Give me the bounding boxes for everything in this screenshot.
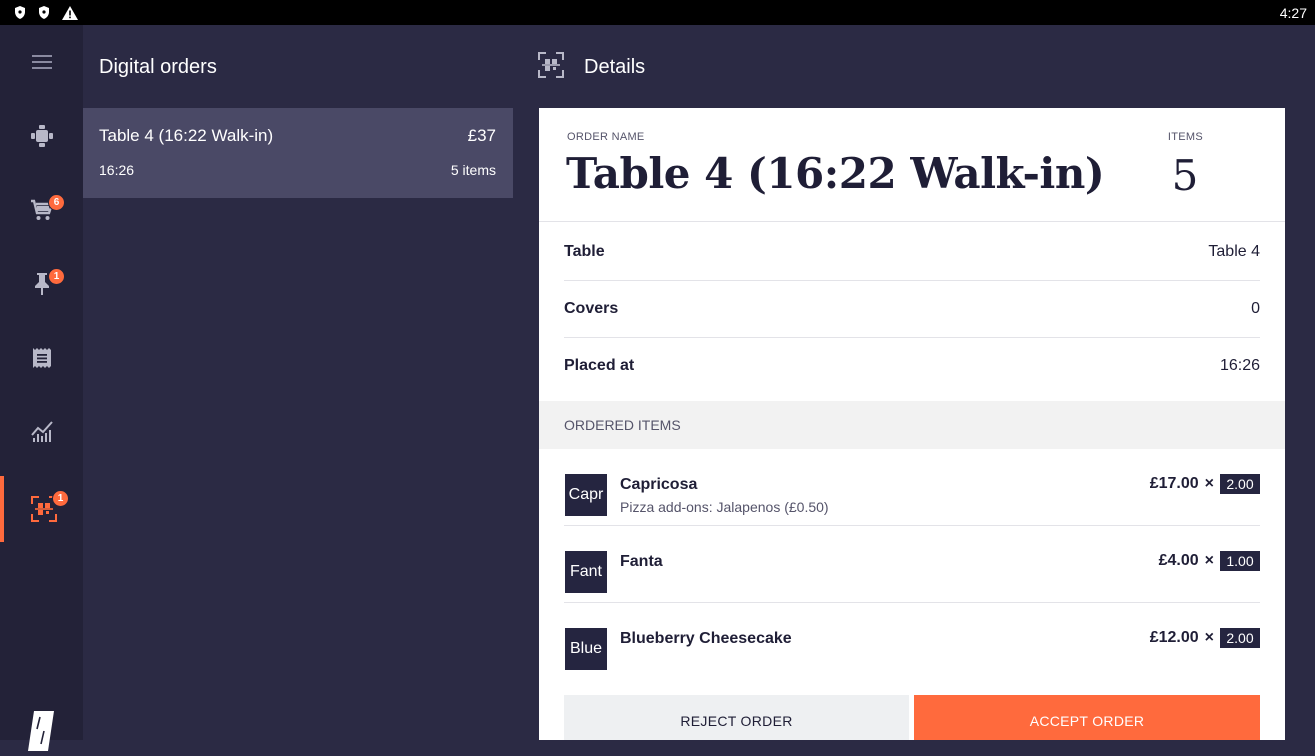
nav-digital-orders[interactable]: 1 [0,476,83,542]
cart-badge: 6 [48,194,65,211]
order-card-name: Table 4 (16:22 Walk-in) [99,126,274,145]
item-quantity: 1.00 [1220,551,1260,571]
info-row-placed-at: Placed at 16:26 [564,337,1260,394]
item-quantity: 2.00 [1220,474,1260,494]
analytics-icon [30,421,53,443]
nav-cart[interactable]: 6 [0,180,83,240]
list-title: Digital orders [99,56,217,78]
item-modifiers: Pizza add-ons: Jalapenos (£0.50) [620,499,829,515]
menu-button[interactable] [0,32,83,92]
list-item: Blue Blueberry Cheesecake £12.00 × 2.00 [564,603,1260,680]
item-price-line: £4.00 × 1.00 [1159,551,1260,571]
times-sign: × [1204,475,1214,492]
items-count: 5 [1171,151,1199,200]
item-thumbnail: Fant [565,551,607,593]
details-header: Details [538,52,645,83]
nav-rail: 6 1 1 [0,25,83,751]
item-price: £17.00 [1149,475,1199,492]
times-sign: × [1204,552,1214,569]
list-item: Capr Capricosa Pizza add-ons: Jalapenos … [564,449,1260,526]
item-price-line: £17.00 × 2.00 [1150,474,1260,494]
info-value: 0 [1251,299,1260,317]
order-card[interactable]: Table 4 (16:22 Walk-in) £37 16:26 5 item… [83,108,513,198]
pinned-badge: 1 [48,268,65,285]
order-card-price: £37 [467,126,496,145]
item-name: Fanta [620,553,663,570]
info-label: Covers [564,299,619,317]
accept-order-button[interactable]: ACCEPT ORDER [914,695,1260,740]
status-icons [0,5,78,20]
item-price-line: £12.00 × 2.00 [1150,628,1260,648]
info-value: 16:26 [1219,356,1260,374]
item-quantity: 2.00 [1220,628,1260,648]
nav-analytics[interactable] [0,402,83,462]
item-thumbnail: Capr [565,474,607,516]
list-item: Fant Fanta £4.00 × 1.00 [564,526,1260,603]
nav-receipts[interactable] [0,328,83,388]
nav-pinned[interactable]: 1 [0,254,83,314]
qr-scan-icon [538,52,564,83]
times-sign: × [1204,629,1214,646]
table-icon [30,124,54,148]
details-title: Details [584,56,646,78]
reject-order-button[interactable]: REJECT ORDER [564,695,909,740]
warning-icon [62,5,78,20]
item-name: Capricosa [620,476,698,493]
info-row-covers: Covers 0 [564,280,1260,338]
ordered-items-heading: ORDERED ITEMS [539,401,1285,449]
menu-icon [31,55,52,69]
status-bar: 4:27 [0,0,1315,25]
item-name: Blueberry Cheesecake [620,630,792,647]
order-name-label: ORDER NAME [567,131,645,143]
item-price: £4.00 [1158,552,1199,569]
shield-icon [38,6,50,19]
clock: 4:27 [1279,4,1307,21]
order-card-time: 16:26 [99,162,135,178]
info-row-table: Table Table 4 [564,223,1260,281]
receipt-icon [32,347,52,369]
digital-orders-badge: 1 [52,490,69,507]
item-thumbnail: Blue [565,628,607,670]
order-summary-header: ORDER NAME Table 4 (16:22 Walk-in) ITEMS… [539,108,1285,222]
info-label: Table [564,242,605,260]
brand-logo [28,711,54,751]
order-name: Table 4 (16:22 Walk-in) [566,149,1105,198]
order-card-count: 5 items [450,162,496,178]
item-price: £12.00 [1149,629,1199,646]
info-label: Placed at [564,356,635,374]
order-details-panel: ORDER NAME Table 4 (16:22 Walk-in) ITEMS… [539,108,1285,740]
items-label: ITEMS [1167,131,1203,143]
nav-tables[interactable] [0,106,83,166]
shield-icon [14,6,26,19]
info-value: Table 4 [1208,242,1260,260]
